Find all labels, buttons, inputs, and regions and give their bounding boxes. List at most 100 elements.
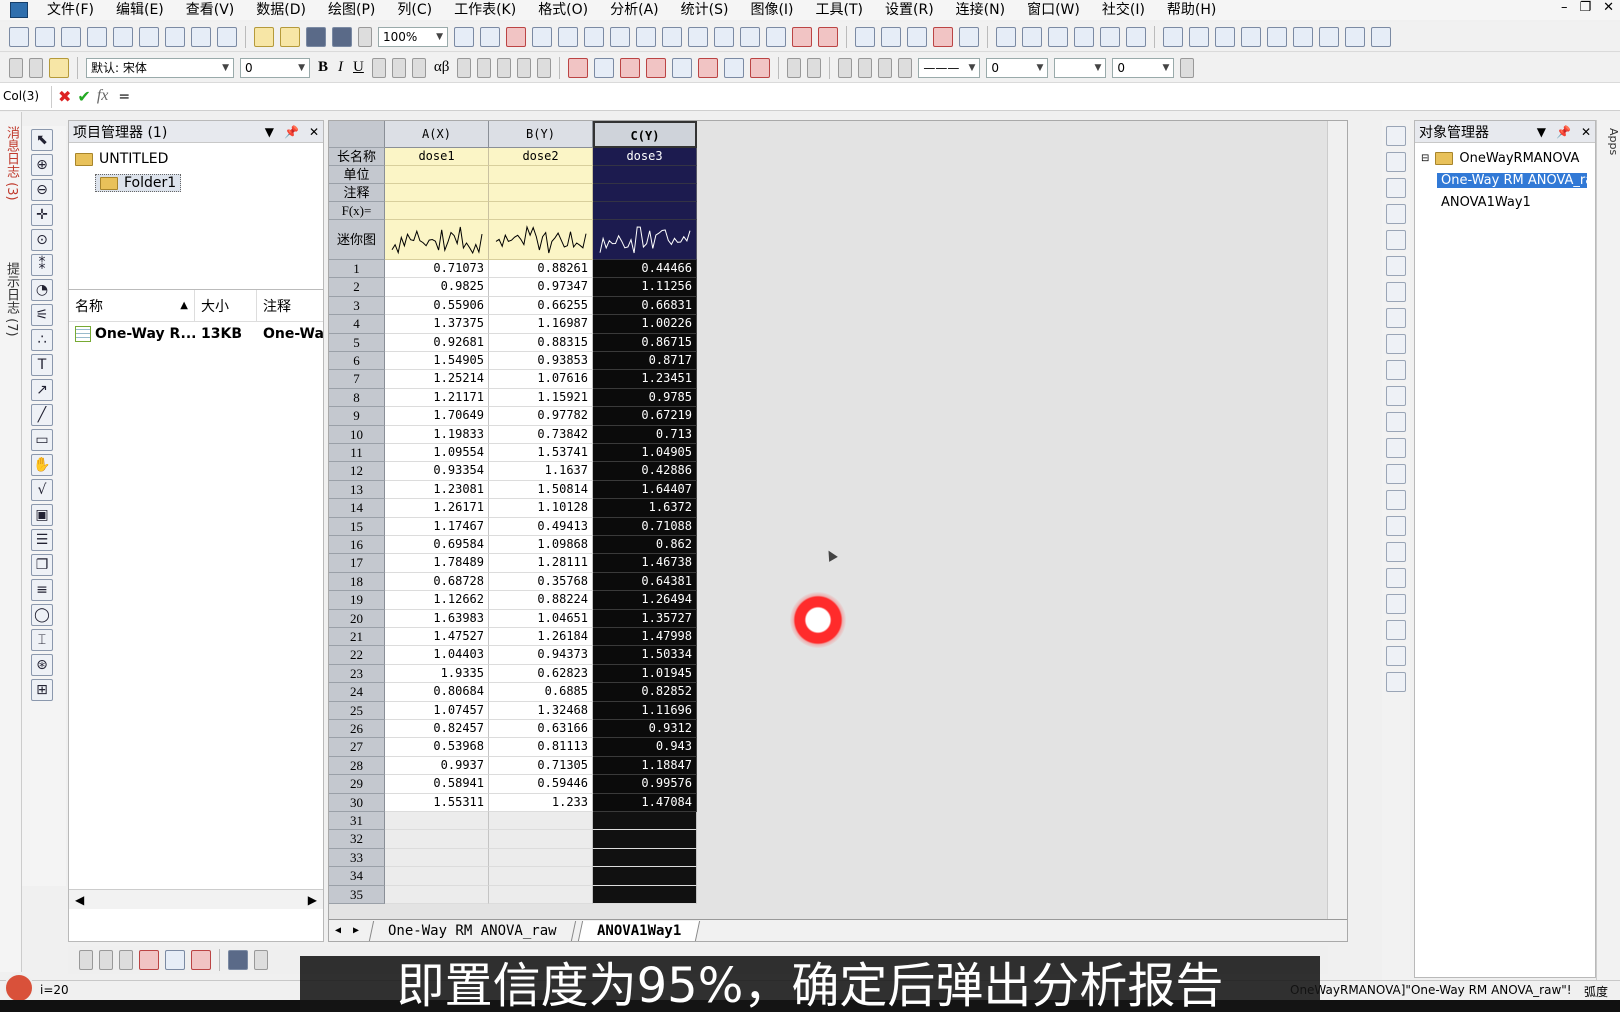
bold-button[interactable]: B	[318, 59, 328, 76]
data-cell[interactable]: 0.86715	[593, 333, 697, 352]
data-cell[interactable]: 0.80684	[385, 683, 489, 702]
data-cell[interactable]: 0.8717	[593, 352, 697, 371]
data-cell[interactable]: 1.16987	[489, 315, 593, 334]
data-cell[interactable]: 0.42886	[593, 462, 697, 481]
data-cell[interactable]: 0.66255	[489, 296, 593, 316]
object-root-node[interactable]: ⊟ OneWayRMANOVA	[1421, 147, 1589, 169]
corner-cell[interactable]	[329, 121, 385, 148]
empty-cell[interactable]	[593, 885, 697, 904]
symbol-shape-select[interactable]: ▼	[1054, 57, 1107, 78]
row-header[interactable]: 14	[329, 499, 385, 518]
folder1-node[interactable]: Folder1	[75, 171, 317, 195]
row-header[interactable]: 28	[329, 756, 385, 776]
data-cell[interactable]: 1.07616	[489, 370, 593, 389]
distribute-icon[interactable]	[1386, 334, 1406, 354]
meta-cell[interactable]	[385, 166, 489, 184]
data-cell[interactable]: 1.19833	[385, 425, 489, 444]
text-tool-icon[interactable]: T	[31, 354, 53, 376]
superscript-icon[interactable]	[371, 57, 386, 78]
row-header[interactable]: 1	[329, 260, 385, 279]
data-cell[interactable]: 1.63983	[385, 609, 489, 628]
data-cell[interactable]: 0.9785	[593, 388, 697, 408]
script-window-icon[interactable]	[558, 26, 578, 47]
tab-next-icon[interactable]: ▶	[347, 925, 365, 936]
copy-icon[interactable]	[29, 57, 43, 78]
data-cell[interactable]: 0.943	[593, 738, 697, 757]
grid-tool-icon[interactable]: ⊞	[31, 679, 53, 701]
column-header-0[interactable]: A(X)	[385, 121, 489, 148]
data-cell[interactable]: 0.94373	[489, 646, 593, 665]
sparkline-cell[interactable]	[385, 220, 489, 260]
data-cell[interactable]: 0.82457	[385, 720, 489, 739]
unlock-icon[interactable]	[1386, 646, 1406, 666]
table-border-icon[interactable]	[807, 57, 822, 78]
code-builder-icon[interactable]	[532, 26, 552, 47]
group-icon[interactable]	[620, 57, 641, 78]
zoom-out-icon[interactable]	[688, 26, 708, 47]
bar-chart-icon[interactable]	[996, 26, 1016, 47]
line-tool-icon[interactable]: ╱	[31, 404, 53, 426]
data-cell[interactable]: 1.04403	[385, 646, 489, 665]
data-cell[interactable]: 1.70649	[385, 407, 489, 426]
data-cell[interactable]: 0.44466	[593, 260, 697, 279]
grid-icon[interactable]	[594, 57, 615, 78]
front-icon[interactable]	[698, 57, 719, 78]
sort-icon[interactable]	[907, 26, 927, 47]
arrange-icon[interactable]	[1386, 308, 1406, 328]
scatter-plot-icon[interactable]	[99, 950, 113, 970]
first-page-icon[interactable]	[1319, 26, 1339, 47]
line-symbol-plot-icon[interactable]	[119, 950, 133, 970]
data-cell[interactable]: 1.26494	[593, 591, 697, 610]
data-cell[interactable]: 1.25214	[385, 370, 489, 389]
row-header[interactable]: 24	[329, 683, 385, 702]
column-plot-icon[interactable]	[139, 950, 159, 970]
empty-cell[interactable]	[489, 812, 593, 831]
set-z-icon[interactable]	[1241, 26, 1261, 47]
meta-cell[interactable]	[489, 166, 593, 184]
data-cell[interactable]: 0.55906	[385, 296, 489, 316]
data-cell[interactable]: 1.28111	[489, 554, 593, 573]
line-plot-icon[interactable]	[79, 950, 93, 970]
row-header[interactable]: 8	[329, 388, 385, 408]
resize-icon[interactable]	[1386, 360, 1406, 380]
data-cell[interactable]: 1.32468	[489, 701, 593, 720]
menu-item-7[interactable]: 格式(O)	[527, 1, 599, 19]
add-column-icon[interactable]	[792, 26, 812, 47]
bracket-tool-icon[interactable]: ⌶	[31, 629, 53, 651]
new-matrix-icon[interactable]	[113, 26, 133, 47]
menu-item-14[interactable]: 窗口(W)	[1016, 1, 1091, 19]
data-cell[interactable]: 1.07457	[385, 701, 489, 720]
border-icon[interactable]	[787, 57, 802, 78]
results-log-icon[interactable]	[584, 26, 604, 47]
save-template-icon[interactable]	[332, 26, 352, 47]
box-chart-icon[interactable]	[1048, 26, 1068, 47]
pin-icon[interactable]: 📌	[284, 125, 299, 139]
data-cell[interactable]: 0.64381	[593, 572, 697, 592]
sparkline-cell[interactable]	[489, 220, 593, 260]
layer-manage-icon[interactable]	[1386, 282, 1406, 302]
data-cell[interactable]: 0.68728	[385, 572, 489, 592]
data-cell[interactable]: 0.82852	[593, 683, 697, 702]
new-script-icon[interactable]	[217, 26, 237, 47]
data-cell[interactable]: 0.35768	[489, 572, 593, 592]
line-style-select[interactable]: ——— ▼	[918, 57, 981, 78]
row-header[interactable]: 17	[329, 554, 385, 573]
meta-cell[interactable]	[593, 166, 697, 184]
data-cell[interactable]: 1.78489	[385, 554, 489, 573]
object-item-anova[interactable]: ANOVA1Way1	[1421, 191, 1589, 213]
pane-menu-icon[interactable]: ▼	[265, 125, 274, 139]
empty-cell[interactable]	[593, 812, 697, 831]
ungroup-objects-icon[interactable]	[1386, 490, 1406, 510]
row-header[interactable]: 32	[329, 830, 385, 849]
data-cell[interactable]: 0.713	[593, 425, 697, 444]
data-cell[interactable]: 1.15921	[489, 388, 593, 408]
add-row-icon[interactable]	[818, 26, 838, 47]
new-workbook-icon[interactable]	[35, 26, 55, 47]
menu-item-9[interactable]: 统计(S)	[670, 1, 740, 19]
data-cell[interactable]: 0.97782	[489, 407, 593, 426]
hints-log-tab[interactable]: 提示日志 (7)	[2, 262, 21, 337]
font-name-select[interactable]: 默认: 宋体 ▼	[86, 57, 234, 78]
align-middle-icon[interactable]	[1386, 594, 1406, 614]
empty-cell[interactable]	[385, 885, 489, 904]
set-column-values-icon[interactable]	[959, 26, 979, 47]
